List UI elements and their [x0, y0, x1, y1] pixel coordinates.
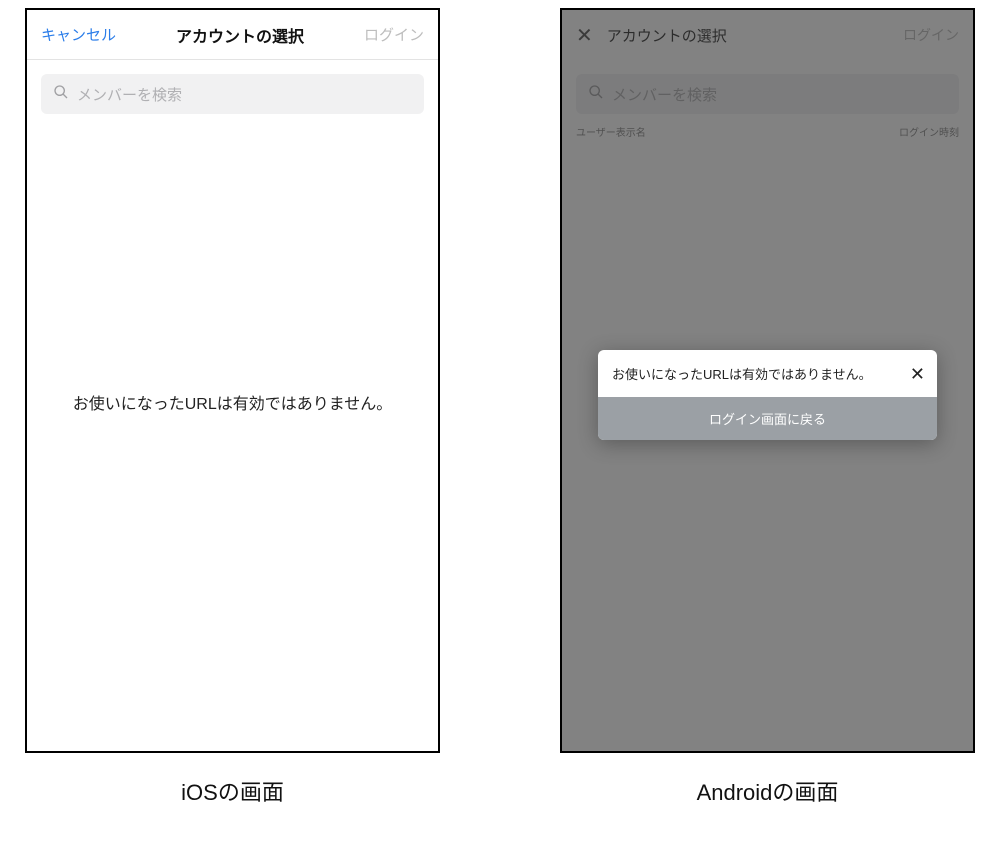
return-to-login-button[interactable]: ログイン画面に戻る [598, 397, 937, 440]
login-button: ログイン [364, 24, 424, 45]
cancel-button[interactable]: キャンセル [41, 24, 116, 45]
error-message: お使いになったURLは有効ではありません。 [27, 390, 438, 414]
column-time: ログイン時刻 [899, 124, 959, 139]
search-icon [53, 84, 69, 105]
ios-navbar: キャンセル アカウントの選択 ログイン [27, 10, 438, 60]
search-icon [588, 84, 604, 105]
search-placeholder: メンバーを検索 [612, 84, 717, 105]
ios-screen: キャンセル アカウントの選択 ログイン メンバーを検索 お使いになったURLは有… [25, 8, 440, 753]
error-dialog: お使いになったURLは有効ではありません。 ✕ ログイン画面に戻る [598, 350, 937, 440]
page-title: アカウントの選択 [607, 25, 889, 46]
close-icon[interactable]: ✕ [576, 23, 593, 48]
android-screen: ✕ アカウントの選択 ログイン メンバーを検索 ユーザー表示名 ログイン時刻 お… [560, 8, 975, 753]
login-button: ログイン [903, 25, 959, 45]
dialog-message: お使いになったURLは有効ではありません。 [612, 364, 904, 383]
search-input[interactable]: メンバーを検索 [576, 74, 959, 114]
close-icon[interactable]: ✕ [910, 365, 925, 383]
page-title: アカウントの選択 [176, 23, 304, 47]
android-caption: Androidの画面 [560, 775, 975, 807]
ios-caption: iOSの画面 [25, 775, 440, 807]
table-header: ユーザー表示名 ログイン時刻 [576, 124, 959, 139]
column-user: ユーザー表示名 [576, 124, 646, 139]
search-input[interactable]: メンバーを検索 [41, 74, 424, 114]
search-placeholder: メンバーを検索 [77, 84, 182, 105]
android-navbar: ✕ アカウントの選択 ログイン [562, 10, 973, 60]
